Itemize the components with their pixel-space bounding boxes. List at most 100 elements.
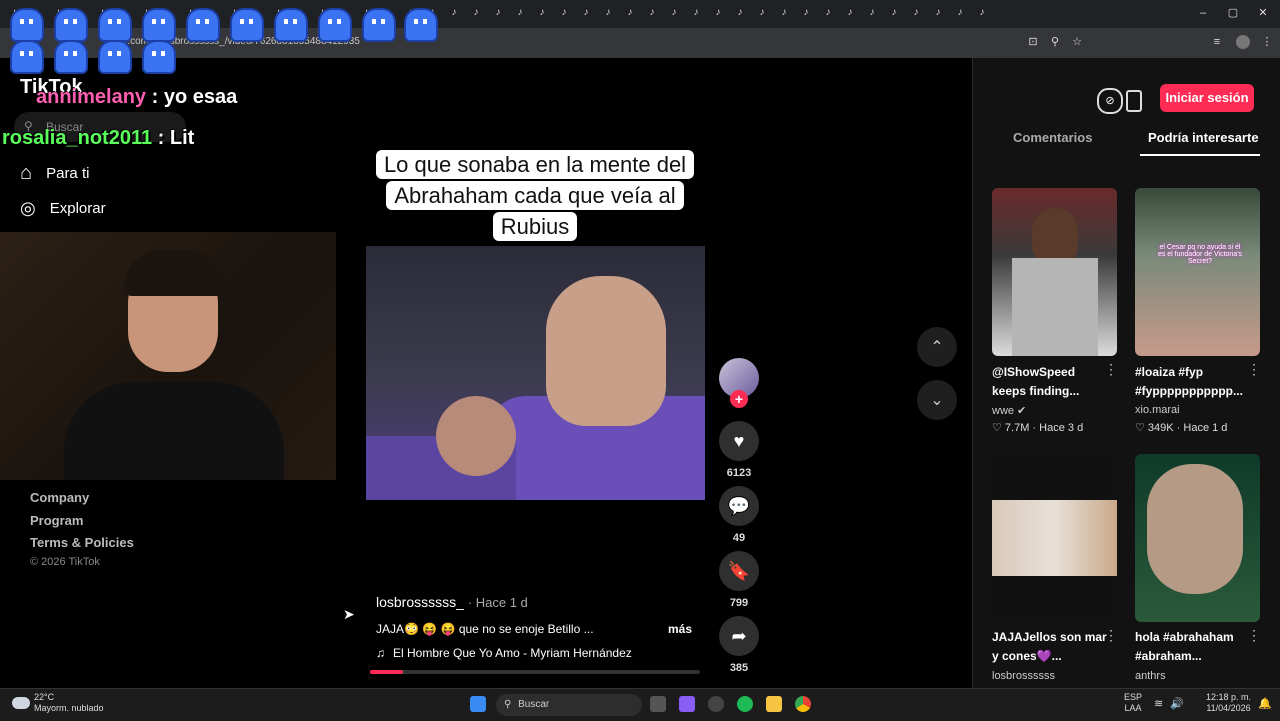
music-title[interactable]: El Hombre Que Yo Amo - Myriam Hernández xyxy=(393,646,632,660)
zoom-icon[interactable]: ⚲ xyxy=(1048,35,1062,49)
close-window-icon[interactable]: ✕ xyxy=(1256,6,1270,20)
suggested-video-user[interactable]: anthrs xyxy=(1135,670,1166,684)
caption-text: Lo que sonaba en la mente del Abrahaham … xyxy=(375,150,695,241)
nav-label: Explorar xyxy=(49,200,106,217)
tiktok-tab-icon[interactable]: ♪ xyxy=(910,7,922,19)
ghost-sprite-icon xyxy=(404,8,438,42)
tiktok-tab-icon[interactable]: ♪ xyxy=(800,7,812,19)
tiktok-tab-icon[interactable]: ♪ xyxy=(624,7,636,19)
taskbar-search-label: Buscar xyxy=(518,699,550,710)
ghost-sprite-icon xyxy=(318,8,352,42)
like-button[interactable]: ♥ xyxy=(719,421,759,461)
tiktok-tab-icon[interactable]: ♪ xyxy=(888,7,900,19)
tiktok-tab-icon[interactable]: ♪ xyxy=(844,7,856,19)
footer-terms-link[interactable]: Terms & Policies xyxy=(30,535,134,550)
tiktok-tab-icon[interactable]: ♪ xyxy=(822,7,834,19)
tiktok-tab-icon[interactable]: ♪ xyxy=(778,7,790,19)
video-progress-bar[interactable] xyxy=(370,670,700,674)
share-button[interactable]: ➦ xyxy=(719,616,759,656)
spotify-icon[interactable] xyxy=(737,696,753,712)
tiktok-tab-icon[interactable]: ♪ xyxy=(712,7,724,19)
wifi-icon[interactable]: ≋ xyxy=(1154,697,1163,710)
author-name[interactable]: losbrossssss_ xyxy=(376,594,464,610)
tiktok-tab-icon[interactable]: ♪ xyxy=(976,7,988,19)
tiktok-tab-icon[interactable]: ♪ xyxy=(668,7,680,19)
video-player[interactable] xyxy=(366,246,705,500)
suggested-video-thumbnail[interactable]: el Cesar pq no ayuda si él es el fundado… xyxy=(1135,188,1260,356)
xbox-icon[interactable] xyxy=(708,696,724,712)
store-icon[interactable] xyxy=(679,696,695,712)
next-video-button[interactable]: ⌄ xyxy=(917,380,957,420)
suggested-video-user[interactable]: losbrossssss xyxy=(992,670,1055,684)
tab-comments[interactable]: Comentarios xyxy=(1013,130,1092,145)
kebab-menu-icon[interactable]: ⋮ xyxy=(1260,35,1274,49)
notification-icon[interactable]: 🔔 xyxy=(1258,697,1272,710)
previous-video-button[interactable]: ⌃ xyxy=(917,327,957,367)
nav-for-you[interactable]: ⌂ Para ti xyxy=(20,162,89,185)
suggested-video-title[interactable]: hola #abrahaham #abraham... xyxy=(1135,628,1250,666)
more-options-icon[interactable]: ⋮ xyxy=(1247,361,1261,378)
tiktok-tab-icon[interactable]: ♪ xyxy=(470,7,482,19)
tiktok-tab-icon[interactable]: ♪ xyxy=(866,7,878,19)
profile-avatar[interactable] xyxy=(1236,35,1250,49)
weather-widget[interactable]: 22°C Mayorm. nublado xyxy=(34,692,104,714)
tiktok-tab-icon[interactable]: ♪ xyxy=(536,7,548,19)
file-explorer-icon[interactable] xyxy=(766,696,782,712)
music-link[interactable]: ♫ El Hombre Que Yo Amo - Myriam Hernánde… xyxy=(376,646,632,660)
footer-company-link[interactable]: Company xyxy=(30,490,89,505)
tiktok-tab-icon[interactable]: ♪ xyxy=(954,7,966,19)
suggested-video-user[interactable]: xio.marai xyxy=(1135,404,1180,416)
coin-icon[interactable]: ⊘ xyxy=(1097,88,1123,114)
suggested-video-title[interactable]: JAJAJellos son mar y cones💜... xyxy=(992,628,1107,666)
follow-plus-icon[interactable]: + xyxy=(730,390,748,408)
language-indicator[interactable]: ESP LAA xyxy=(1124,692,1142,714)
webcam-overlay xyxy=(0,232,336,480)
chrome-icon[interactable] xyxy=(795,696,811,712)
home-icon: ⌂ xyxy=(20,162,33,184)
more-options-icon[interactable]: ⋮ xyxy=(1104,361,1118,378)
suggested-video-thumbnail[interactable] xyxy=(992,454,1117,622)
more-button[interactable]: más xyxy=(668,622,692,636)
tiktok-tab-icon[interactable]: ♪ xyxy=(756,7,768,19)
suggested-video-user[interactable]: wwe ✔ xyxy=(992,404,1026,417)
like-stat: ♡ 349K xyxy=(1135,422,1174,434)
nav-explore[interactable]: ◎ Explorar xyxy=(20,198,106,219)
tiktok-tab-icon[interactable]: ♪ xyxy=(646,7,658,19)
install-icon[interactable]: ⊡ xyxy=(1026,35,1040,49)
more-options-icon[interactable]: ⋮ xyxy=(1104,627,1118,644)
maximize-icon[interactable]: ▢ xyxy=(1226,6,1240,20)
suggested-video-title[interactable]: #loaiza #fyp #fyppppppppppp... xyxy=(1135,363,1250,401)
tiktok-tab-icon[interactable]: ♪ xyxy=(734,7,746,19)
tiktok-tab-icon[interactable]: ♪ xyxy=(448,7,460,19)
task-view-icon[interactable] xyxy=(650,696,666,712)
comment-button[interactable]: 💬 xyxy=(719,486,759,526)
volume-icon[interactable]: 🔊 xyxy=(1170,697,1184,710)
suggested-video-title[interactable]: @IShowSpeed keeps finding... xyxy=(992,363,1107,401)
tiktok-tab-icon[interactable]: ♪ xyxy=(932,7,944,19)
cloud-icon xyxy=(12,697,30,709)
tiktok-tab-icon[interactable]: ♪ xyxy=(602,7,614,19)
taskbar-search[interactable]: ⚲ Buscar xyxy=(496,694,642,716)
tiktok-tab-icon[interactable]: ♪ xyxy=(690,7,702,19)
tiktok-tab-icon[interactable]: ♪ xyxy=(514,7,526,19)
suggested-video-thumbnail[interactable] xyxy=(992,188,1117,356)
suggested-video-stats: ♡ 7.7M · Hace 3 d xyxy=(992,422,1084,434)
minimize-icon[interactable]: – xyxy=(1196,6,1210,20)
more-options-icon[interactable]: ⋮ xyxy=(1247,627,1261,644)
tab-you-may-like[interactable]: Podría interesarte xyxy=(1148,130,1259,145)
mobile-app-icon[interactable] xyxy=(1126,90,1142,112)
save-button[interactable]: 🔖 xyxy=(719,551,759,591)
tiktok-tab-icon[interactable]: ♪ xyxy=(492,7,504,19)
menu-list-icon[interactable]: ≡ xyxy=(1210,35,1224,49)
tiktok-tab-icon[interactable]: ♪ xyxy=(580,7,592,19)
suggested-video-thumbnail[interactable] xyxy=(1135,454,1260,622)
clock[interactable]: 12:18 p. m. 11/04/2026 xyxy=(1206,692,1251,714)
windows-start-icon[interactable] xyxy=(470,696,486,712)
footer-program-link[interactable]: Program xyxy=(30,513,83,528)
progress-fill xyxy=(370,670,403,674)
tiktok-tab-icon[interactable]: ♪ xyxy=(558,7,570,19)
video-author[interactable]: losbrossssss_ · Hace 1 d xyxy=(376,594,528,610)
login-button[interactable]: Iniciar sesión xyxy=(1160,84,1254,112)
bookmark-star-icon[interactable]: ☆ xyxy=(1070,35,1084,49)
copyright: © 2026 TikTok xyxy=(30,556,100,568)
